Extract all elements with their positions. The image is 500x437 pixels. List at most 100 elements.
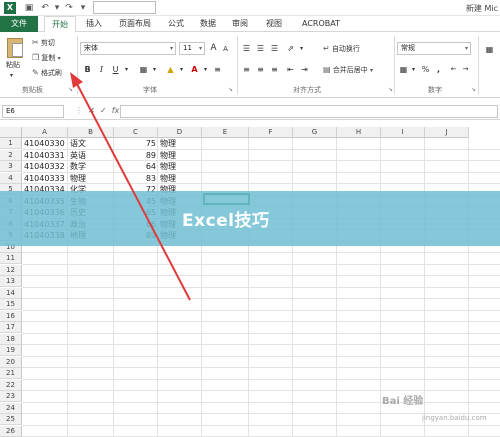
formula-input[interactable] xyxy=(120,105,498,118)
row-header-18[interactable]: 18 xyxy=(0,333,22,345)
row-header-12[interactable]: 12 xyxy=(0,264,22,276)
cell-d2[interactable]: 物理 xyxy=(160,150,200,161)
undo-dropdown-icon[interactable]: ▾ xyxy=(52,3,62,13)
currency-dropdown-icon[interactable]: ▾ xyxy=(408,64,419,75)
align-right-icon[interactable]: ≡ xyxy=(269,64,280,75)
name-box[interactable]: E6 xyxy=(2,105,64,118)
row-header-22[interactable]: 22 xyxy=(0,379,22,391)
font-color-icon[interactable]: A xyxy=(189,64,200,75)
wrap-text-button[interactable]: ↵ 自动换行 xyxy=(323,43,360,55)
row-header-23[interactable]: 23 xyxy=(0,391,22,402)
cell-b2[interactable]: 英语 xyxy=(70,150,112,161)
row-header-19[interactable]: 19 xyxy=(0,345,22,356)
column-header-h[interactable]: H xyxy=(337,127,381,138)
shrink-font-button[interactable]: A xyxy=(220,44,231,55)
phonetic-icon[interactable]: ≡ xyxy=(212,64,223,75)
paste-icon[interactable] xyxy=(7,38,23,58)
paste-dropdown-icon[interactable]: ▾ xyxy=(10,70,13,81)
more-icon[interactable]: ⋮ xyxy=(75,106,83,115)
save-icon[interactable]: ▣ xyxy=(24,3,34,13)
title-search-box[interactable] xyxy=(93,1,156,14)
row-header-17[interactable]: 17 xyxy=(0,322,22,333)
column-header-b[interactable]: B xyxy=(68,127,114,138)
row-header-2[interactable]: 2 xyxy=(0,149,22,161)
orientation-icon[interactable]: ⇗ xyxy=(285,43,296,54)
font-size-select[interactable]: 11 ▾ xyxy=(179,42,205,55)
number-format-select[interactable]: 常规 ▾ xyxy=(397,42,471,55)
select-all-corner[interactable] xyxy=(0,127,22,138)
fx-icon[interactable]: fx xyxy=(112,106,120,115)
increase-indent-icon[interactable]: ⇥ xyxy=(299,64,310,75)
bold-button[interactable]: B xyxy=(82,64,93,75)
align-middle-icon[interactable]: ☰ xyxy=(255,43,266,54)
underline-button[interactable]: U xyxy=(110,64,121,75)
cell-a4[interactable]: 41040333 xyxy=(24,173,66,184)
cut-button[interactable]: ✂ 剪切 xyxy=(32,37,55,49)
column-header-d[interactable]: D xyxy=(158,127,202,138)
row-header-14[interactable]: 14 xyxy=(0,287,22,299)
column-header-c[interactable]: C xyxy=(114,127,158,138)
row-header-3[interactable]: 3 xyxy=(0,161,22,172)
comma-button[interactable]: , xyxy=(433,64,444,75)
row-header-24[interactable]: 24 xyxy=(0,402,22,414)
quick-access-customize-icon[interactable]: ▾ xyxy=(78,3,88,13)
cell-a1[interactable]: 41040330 xyxy=(24,138,66,149)
conditional-format-icon[interactable]: ▦ xyxy=(484,44,495,55)
cell-d4[interactable]: 物理 xyxy=(160,173,200,184)
merge-center-button[interactable]: ▤ 合并后居中 ▾ xyxy=(323,64,373,76)
redo-icon[interactable]: ↷ xyxy=(64,3,74,13)
cell-b3[interactable]: 数学 xyxy=(70,161,112,172)
row-header-25[interactable]: 25 xyxy=(0,414,22,425)
clipboard-launcher-icon[interactable]: ↘ xyxy=(68,86,73,93)
row-header-13[interactable]: 13 xyxy=(0,276,22,287)
row-header-1[interactable]: 1 xyxy=(0,138,22,149)
tab-formulas[interactable]: 公式 xyxy=(162,16,190,32)
cell-c1[interactable]: 75 xyxy=(116,138,156,149)
column-header-e[interactable]: E xyxy=(202,127,249,138)
row-header-4[interactable]: 4 xyxy=(0,172,22,184)
decrease-decimal-icon[interactable]: → xyxy=(460,64,471,75)
column-header-j[interactable]: J xyxy=(425,127,469,138)
tab-home[interactable]: 开始 xyxy=(44,16,76,33)
undo-icon[interactable]: ↶ xyxy=(40,3,50,13)
cell-d1[interactable]: 物理 xyxy=(160,138,200,149)
format-painter-button[interactable]: ✎ 格式刷 xyxy=(32,67,62,79)
decrease-indent-icon[interactable]: ⇤ xyxy=(285,64,296,75)
tab-file[interactable]: 文件 xyxy=(0,16,38,32)
font-launcher-icon[interactable]: ↘ xyxy=(228,86,233,93)
font-name-select[interactable]: 宋体 ▾ xyxy=(80,42,176,55)
fill-dropdown-icon[interactable]: ▾ xyxy=(176,64,187,75)
border-icon[interactable]: ▦ xyxy=(138,64,149,75)
percent-button[interactable]: % xyxy=(420,64,431,75)
cancel-icon[interactable]: ✕ xyxy=(88,106,95,115)
align-bottom-icon[interactable]: ☰ xyxy=(269,43,280,54)
row-header-16[interactable]: 16 xyxy=(0,310,22,322)
align-center-icon[interactable]: ≡ xyxy=(255,64,266,75)
tab-acrobat[interactable]: ACROBAT xyxy=(294,16,348,32)
align-top-icon[interactable]: ☰ xyxy=(241,43,252,54)
cell-c2[interactable]: 89 xyxy=(116,150,156,161)
cell-a2[interactable]: 41040331 xyxy=(24,150,66,161)
align-left-icon[interactable]: ≡ xyxy=(241,64,252,75)
row-header-15[interactable]: 15 xyxy=(0,299,22,310)
tab-page-layout[interactable]: 页面布局 xyxy=(112,16,158,32)
column-header-i[interactable]: I xyxy=(381,127,425,138)
tab-review[interactable]: 审阅 xyxy=(226,16,254,32)
cell-b4[interactable]: 物理 xyxy=(70,173,112,184)
increase-decimal-icon[interactable]: ← xyxy=(448,64,459,75)
row-header-11[interactable]: 11 xyxy=(0,253,22,264)
row-header-20[interactable]: 20 xyxy=(0,356,22,368)
cell-c3[interactable]: 64 xyxy=(116,161,156,172)
column-header-f[interactable]: F xyxy=(249,127,293,138)
alignment-launcher-icon[interactable]: ↘ xyxy=(388,86,393,93)
column-header-g[interactable]: G xyxy=(293,127,337,138)
cell-a3[interactable]: 41040332 xyxy=(24,161,66,172)
number-launcher-icon[interactable]: ↘ xyxy=(471,86,476,93)
cell-b1[interactable]: 语文 xyxy=(70,138,112,149)
cell-d3[interactable]: 物理 xyxy=(160,161,200,172)
fill-color-icon[interactable]: ▲ xyxy=(165,64,176,75)
row-header-21[interactable]: 21 xyxy=(0,368,22,379)
grow-font-button[interactable]: A xyxy=(208,43,219,54)
column-header-a[interactable]: A xyxy=(22,127,68,138)
tab-view[interactable]: 视图 xyxy=(260,16,288,32)
